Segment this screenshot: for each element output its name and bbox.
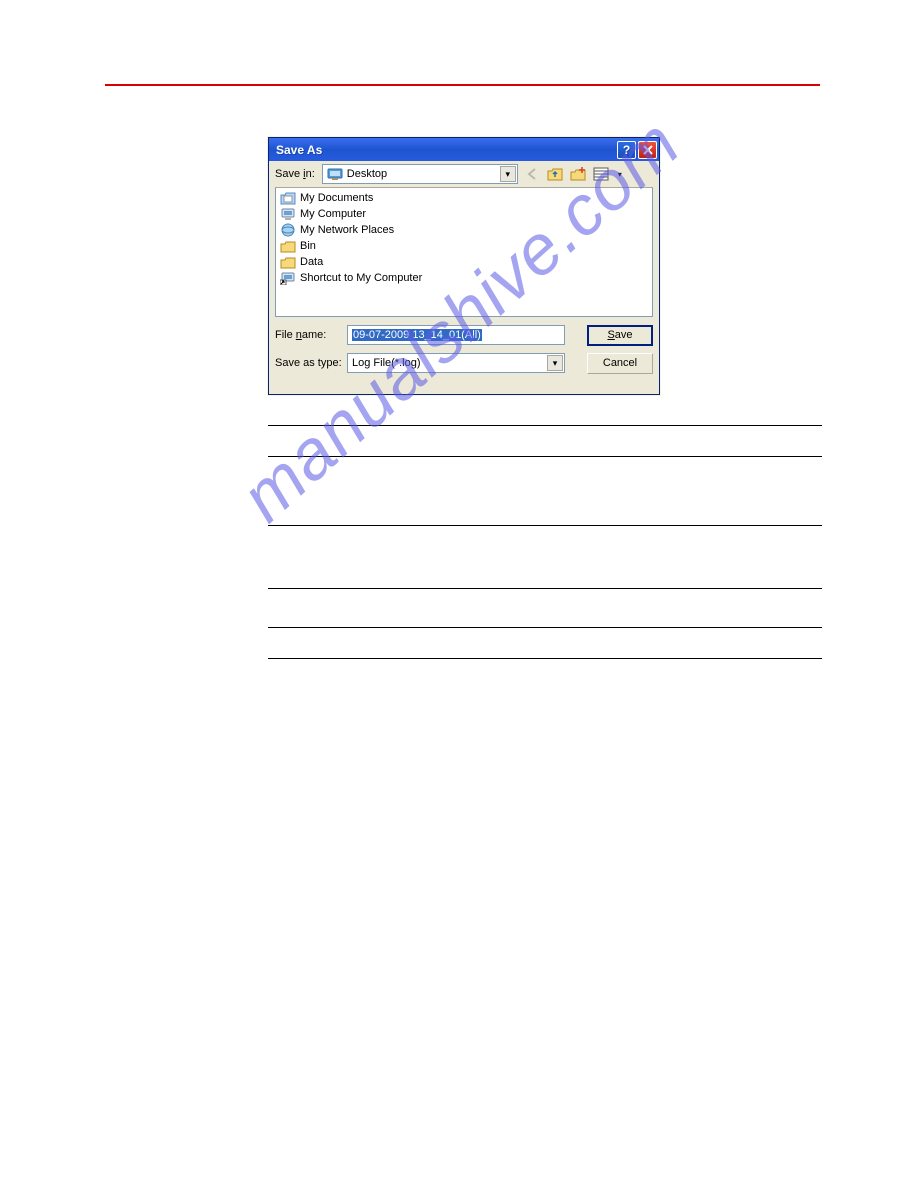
computer-icon	[280, 207, 296, 221]
horizontal-rule	[268, 627, 822, 628]
file-name-row: File name: 09-07-2009 13_14_01(All) Save	[275, 323, 653, 347]
list-item[interactable]: My Computer	[280, 206, 648, 222]
new-folder-button[interactable]	[569, 165, 587, 183]
list-item[interactable]: Data	[280, 254, 648, 270]
desktop-icon	[327, 166, 343, 182]
chevron-down-icon[interactable]: ▾	[500, 166, 516, 182]
file-name-field[interactable]: 09-07-2009 13_14_01(All)	[347, 325, 565, 345]
list-item-label: My Computer	[300, 208, 366, 220]
folder-icon	[280, 239, 296, 253]
file-name-label: File name:	[275, 329, 347, 341]
list-item-label: Bin	[300, 240, 316, 252]
title-bar[interactable]: Save As ?	[269, 138, 659, 161]
folder-icon	[280, 255, 296, 269]
list-item-label: My Documents	[300, 192, 373, 204]
horizontal-rule	[268, 456, 822, 457]
close-icon	[643, 145, 653, 155]
save-in-value: Desktop	[347, 168, 387, 180]
up-one-level-button[interactable]	[546, 165, 564, 183]
save-as-type-row: Save as type: Log File(*.log) ▾ Cancel	[275, 351, 653, 375]
network-icon	[280, 223, 296, 237]
save-in-combobox[interactable]: Desktop ▾	[322, 164, 518, 184]
horizontal-rule	[268, 588, 822, 589]
new-folder-icon	[570, 167, 586, 181]
help-button[interactable]: ?	[617, 141, 636, 159]
back-icon	[525, 167, 539, 181]
documents-icon	[280, 191, 296, 205]
save-button[interactable]: Save	[587, 325, 653, 346]
back-button	[523, 165, 541, 183]
views-icon	[593, 167, 609, 181]
close-button[interactable]	[638, 141, 657, 159]
list-item-label: Data	[300, 256, 323, 268]
file-name-value: 09-07-2009 13_14_01(All)	[352, 329, 482, 341]
folder-list[interactable]: My Documents My Computer My Network Plac…	[275, 187, 653, 317]
horizontal-rule	[268, 658, 822, 659]
header-divider	[105, 84, 820, 86]
list-item-label: My Network Places	[300, 224, 394, 236]
save-as-type-label: Save as type:	[275, 357, 347, 369]
list-item[interactable]: My Network Places	[280, 222, 648, 238]
cancel-button[interactable]: Cancel	[587, 353, 653, 374]
save-as-type-value: Log File(*.log)	[352, 357, 420, 369]
horizontal-rule	[268, 425, 822, 426]
ruled-lines	[268, 425, 822, 659]
views-dropdown-arrow[interactable]: ▾	[615, 165, 625, 183]
list-item[interactable]: My Documents	[280, 190, 648, 206]
save-in-label: Save in:	[275, 168, 315, 180]
views-button[interactable]	[592, 165, 610, 183]
list-item-label: Shortcut to My Computer	[300, 272, 422, 284]
save-as-type-combobox[interactable]: Log File(*.log) ▾	[347, 353, 565, 373]
dialog-title: Save As	[276, 143, 615, 157]
list-item[interactable]: Bin	[280, 238, 648, 254]
chevron-down-icon[interactable]: ▾	[547, 355, 563, 371]
list-item[interactable]: Shortcut to My Computer	[280, 270, 648, 286]
up-one-level-icon	[547, 167, 563, 181]
save-in-row: Save in: Desktop ▾	[269, 161, 659, 187]
horizontal-rule	[268, 525, 822, 526]
save-as-dialog: Save As ? Save in: Desktop ▾	[268, 137, 660, 395]
shortcut-icon	[280, 271, 296, 285]
bottom-form: File name: 09-07-2009 13_14_01(All) Save…	[269, 317, 659, 385]
